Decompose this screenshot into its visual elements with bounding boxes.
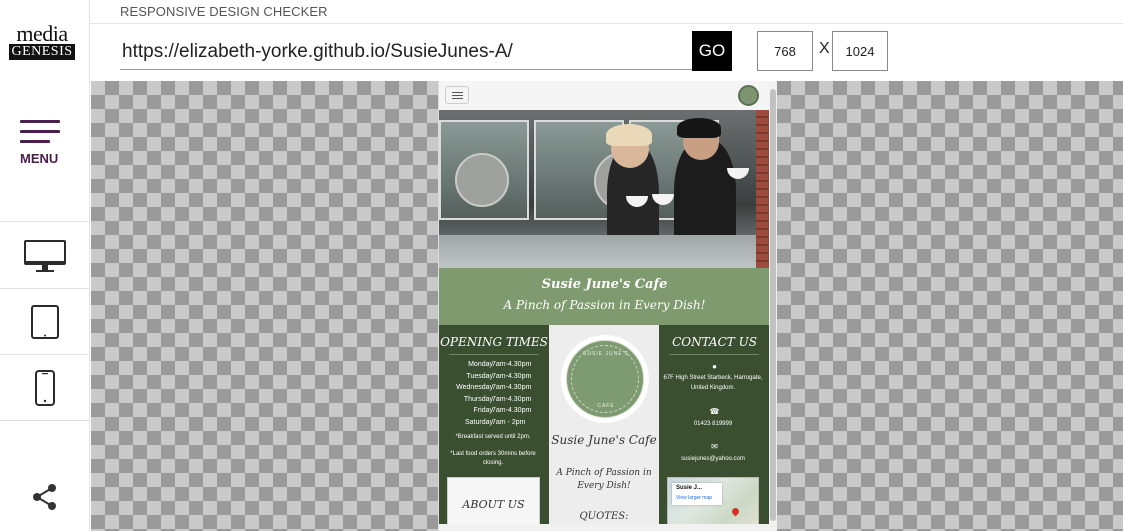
banner-tagline: A Pinch of Passion in Every Dish! [503, 298, 706, 312]
last-orders-note: *Last food orders 30mins before closing. [450, 451, 536, 466]
tablet-icon [31, 304, 59, 339]
opening-times-column: OPENING TIMES Monday 7am-4.30pm Tuesday 7a… [439, 325, 549, 531]
map-embed[interactable]: Susie J... View larger map [667, 477, 759, 531]
media-genesis-logo[interactable]: media GENESIS [9, 21, 75, 60]
desktop-view-button[interactable] [0, 223, 90, 289]
contact-phone[interactable]: 01423 819999 [663, 419, 763, 429]
contact-heading: CONTACT US [672, 335, 757, 349]
menu-button[interactable]: MENU [0, 110, 90, 222]
horizontal-scrollbar[interactable] [439, 524, 770, 531]
page-title: RESPONSIVE DESIGN CHECKER [120, 4, 328, 19]
contact-address: 67F High Street Starbeck, Harrogate, Uni… [663, 375, 763, 391]
cafe-logo: SUSIE JUNE'S CAFE [561, 335, 649, 423]
width-input[interactable] [757, 31, 813, 71]
cafe-name: Susie June's Cafe [551, 433, 657, 447]
vertical-scrollbar[interactable] [769, 81, 777, 531]
hours-row: Monday 7am-4.30pm [468, 361, 532, 368]
mobile-icon [35, 369, 55, 406]
map-pin-icon [730, 506, 741, 517]
dimension-separator: X [819, 40, 830, 57]
logo-ring-top-text: SUSIE JUNE'S [583, 351, 629, 357]
contact-column: CONTACT US ● 67F High Street Starbeck, H… [659, 325, 770, 531]
menu-label: MENU [20, 151, 59, 166]
hours-row: Saturday 7am - 2pm [464, 418, 526, 426]
url-input[interactable] [120, 34, 694, 70]
toolbar: RESPONSIVE DESIGN CHECKER GO X [90, 0, 1123, 81]
site-nav-logo[interactable] [738, 85, 759, 106]
hours-row: Friday 7am-4.30pm [473, 407, 532, 414]
hours-row: Wednesday 7am-4.30pm [456, 384, 532, 391]
hours-row: Tuesday 7am-4.30pm [466, 372, 532, 380]
mobile-view-button[interactable] [0, 355, 90, 421]
banner-title: Susie June's Cafe [541, 277, 668, 292]
hero-image [439, 110, 770, 268]
scrollbar-thumb[interactable] [770, 89, 776, 521]
location-pin-icon: ● [712, 362, 717, 371]
email-icon: ✉ [711, 442, 718, 451]
device-frame[interactable]: Susie June's Cafe A Pinch of Passion in … [438, 81, 777, 531]
sidebar: media GENESIS MENU [0, 0, 90, 531]
opening-times-heading: OPENING TIMES [440, 335, 548, 349]
hamburger-icon [20, 120, 60, 150]
site-menu-toggle-icon[interactable] [445, 86, 469, 104]
about-us-button[interactable]: ABOUT US [447, 477, 540, 531]
map-larger-link[interactable]: View larger map [676, 495, 712, 501]
tablet-view-button[interactable] [0, 289, 90, 355]
preview-stage: Susie June's Cafe A Pinch of Passion in … [91, 81, 1123, 531]
desktop-icon [24, 239, 66, 272]
share-icon[interactable] [30, 482, 60, 512]
height-input[interactable] [832, 31, 888, 71]
about-us-label: ABOUT US [462, 498, 525, 511]
breakfast-note: *Breakfast served until 2pm. [455, 434, 531, 440]
contact-email[interactable]: susiejunes@yahoo.com [663, 454, 763, 464]
map-place-name: Susie J... [676, 485, 703, 491]
go-button[interactable]: GO [692, 31, 732, 71]
logo-column: SUSIE JUNE'S CAFE Susie June's Cafe A Pi… [549, 325, 659, 531]
phone-icon: ☎ [709, 407, 720, 416]
opening-hours-list: Monday 7am-4.30pm Tuesday 7am-4.30pm Wedne… [439, 361, 549, 430]
logo-ring-bottom-text: CAFE [597, 403, 615, 409]
hours-row: Thursday 7am-4.30pm [463, 395, 532, 403]
site-navbar [439, 81, 770, 110]
logo-bottom-text: GENESIS [9, 44, 75, 60]
cafe-tagline: A Pinch of Passion in Every Dish! [556, 468, 652, 491]
site-banner: Susie June's Cafe A Pinch of Passion in … [439, 268, 770, 325]
quotes-heading: QUOTES: [579, 511, 629, 522]
logo-top-text: media [16, 21, 68, 46]
map-info-card: Susie J... View larger map [672, 483, 722, 505]
toolbar-divider [90, 23, 1123, 24]
